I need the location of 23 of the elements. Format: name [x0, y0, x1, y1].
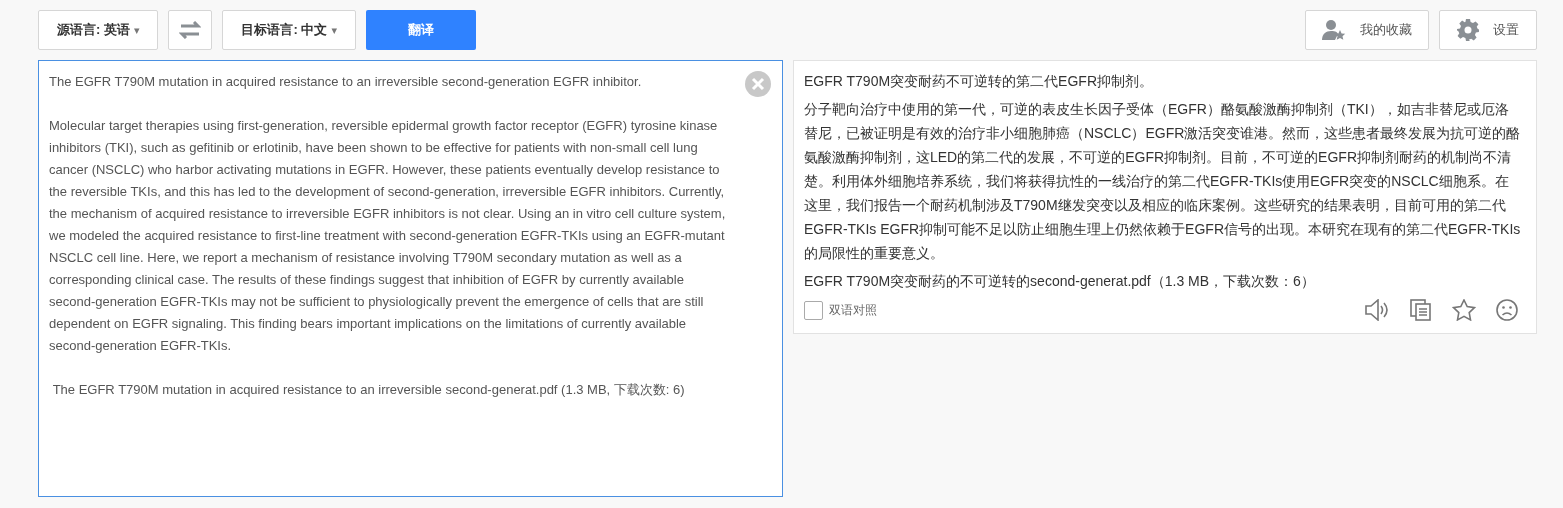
swap-arrows-icon: [179, 21, 202, 39]
speaker-icon[interactable]: [1364, 299, 1390, 321]
caret-icon: ▾: [331, 23, 337, 37]
source-language-dropdown[interactable]: 源语言: 英语 ▾: [38, 10, 159, 50]
settings-icon: [1457, 19, 1479, 41]
bilingual-checkbox[interactable]: 双语对照: [804, 300, 877, 320]
settings-button[interactable]: 设置: [1439, 10, 1537, 50]
translation-paragraph: EGFR T790M突变耐药的不可逆转的second-generat.pdf（1.3 MB，下载次数：6）: [804, 272, 1316, 291]
translation-paragraph: 分子靶向治疗中使用的第一代，可逆的表皮生长因子受体（EGFR）酪氨酸激酶抑制剂（TKI），如吉非替尼或厄洛替尼，已被证明是有效的治疗非小细胞肺癌（NSCLC）EGFR激活突变谁港。然而，这些患者最终发展为抗可逆的酪氨酸激酶抑制剂，这LED的第二代的发展，不可逆的EGFR抑制剂。目前，不可逆的EGFR抑制剂耐药的机制尚不清楚。利用体外细胞培养系统，我们将获得抗性的一线治疗的第二代EGFR-TKIs使用EGFR突变的NSCLC细胞系。在这里，我们报告一个耐药机制涉及T790M继发突变以及相应的临床案例。这些研究的结果表明，目前可用的第二代EGFR-TKIs EGFR抑制可能不足以防止细胞生理上仍然依赖于EGFR信号的出现。本研究在现有的第二代EGFR-TKIs的局限性的重要意义。: [804, 100, 1522, 263]
target-language-dropdown[interactable]: 目标语言: 中文 ▾: [222, 10, 356, 50]
copy-icon[interactable]: [1410, 299, 1432, 321]
sad-face-icon[interactable]: [1496, 299, 1518, 321]
user-star-icon: [1322, 19, 1346, 41]
caret-icon: ▾: [133, 23, 140, 37]
source-paragraph: Molecular target therapies using first-generation, reversible epidermal growth factor receptor (EGFR) tyrosine kinase inhibitors (TKI), such as gefitinib or erlotinib, have been shown to be effective for patients with non-small cell lung cancer (NSCLC) who harbor activating mutations in EGFR. However, these patients eventually develop resistance to the reversible TKIs, and this has led to the development of second-generation, irreversible EGFR inhibitors. Currently, the mechanism of acquired resistance to irreversible EGFR inhibitors is not clear. Using an in vitro cell culture system, we modeled the acquired resistance to first-line treatment with second-generation EGFR-TKIs using an EGFR-mutant NSCLC cell line. Here, we report a mechanism of resistance involving T790M secondary mutation as well as a corresponding clinical case. The results of these findings suggest that inhibition of EGFR by currently available second-generation EGFR-TKIs may not be sufficient to physiologically prevent the emergence of cells that are still dependent on EGFR signaling. This finding bears important implications on the limitations of currently available second-generation EGFR-TKIs.: [49, 117, 727, 355]
favorites-button[interactable]: 我的收藏: [1305, 10, 1429, 50]
source-text-field[interactable]: [38, 60, 783, 497]
translation-paragraph: EGFR T790M突变耐药不可逆转的第二代EGFR抑制剂。: [804, 72, 1154, 91]
translate-button[interactable]: 翻译: [365, 10, 476, 50]
star-icon[interactable]: [1452, 299, 1476, 321]
source-paragraph: The EGFR T790M mutation in acquired resistance to an irreversible second-generat.pdf (1.3 MB, 下载次数: 6): [51, 381, 686, 399]
source-paragraph: The EGFR T790M mutation in acquired resistance to an irreversible second-generation EGFR inhibitor.: [49, 73, 643, 91]
swap-button[interactable]: [168, 10, 213, 50]
